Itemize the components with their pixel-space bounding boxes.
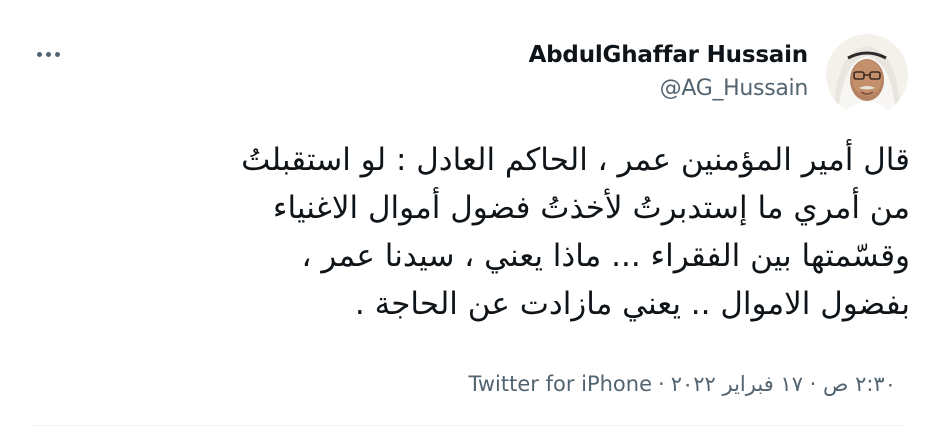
- author-display-name[interactable]: AbdulGhaffar Hussain: [529, 38, 809, 72]
- avatar-image: [826, 34, 908, 116]
- tweet-metadata: Twitter for iPhone · ٢:٣٠ ص · ١٧ فبراير …: [469, 368, 896, 400]
- tweet-text-line: قال أمير المؤمنين عمر ، الحاكم العادل : …: [241, 142, 910, 178]
- tweet-text-line: من أمري ما إستدبرتُ لأخذتُ فضول أموال ال…: [272, 190, 910, 226]
- tweet-card: AbdulGhaffar Hussain @AG_Hussain قال أمي…: [0, 0, 936, 442]
- divider: [32, 425, 904, 426]
- author-handle[interactable]: @AG_Hussain: [529, 72, 809, 106]
- tweet-source-link[interactable]: Twitter for iPhone: [469, 372, 653, 396]
- avatar[interactable]: [826, 34, 908, 116]
- tweet-text-line: وقسّمتها بين الفقراء ... ماذا يعني ، سيد…: [301, 238, 910, 274]
- more-options-button[interactable]: [30, 42, 66, 66]
- more-horizontal-icon-dot: [36, 51, 42, 57]
- tweet-timestamp-link[interactable]: ٢:٣٠ ص · ١٧ فبراير ٢٠٢٢: [671, 372, 896, 396]
- tweet-author: AbdulGhaffar Hussain @AG_Hussain: [529, 38, 809, 106]
- more-horizontal-icon-dot: [45, 51, 51, 57]
- more-horizontal-icon-dot: [54, 51, 60, 57]
- tweet-text-line: بفضول الاموال .. يعني مازادت عن الحاجة .: [354, 286, 910, 322]
- tweet-text: قال أمير المؤمنين عمر ، الحاكم العادل : …: [50, 136, 910, 328]
- meta-separator: ·: [658, 372, 665, 396]
